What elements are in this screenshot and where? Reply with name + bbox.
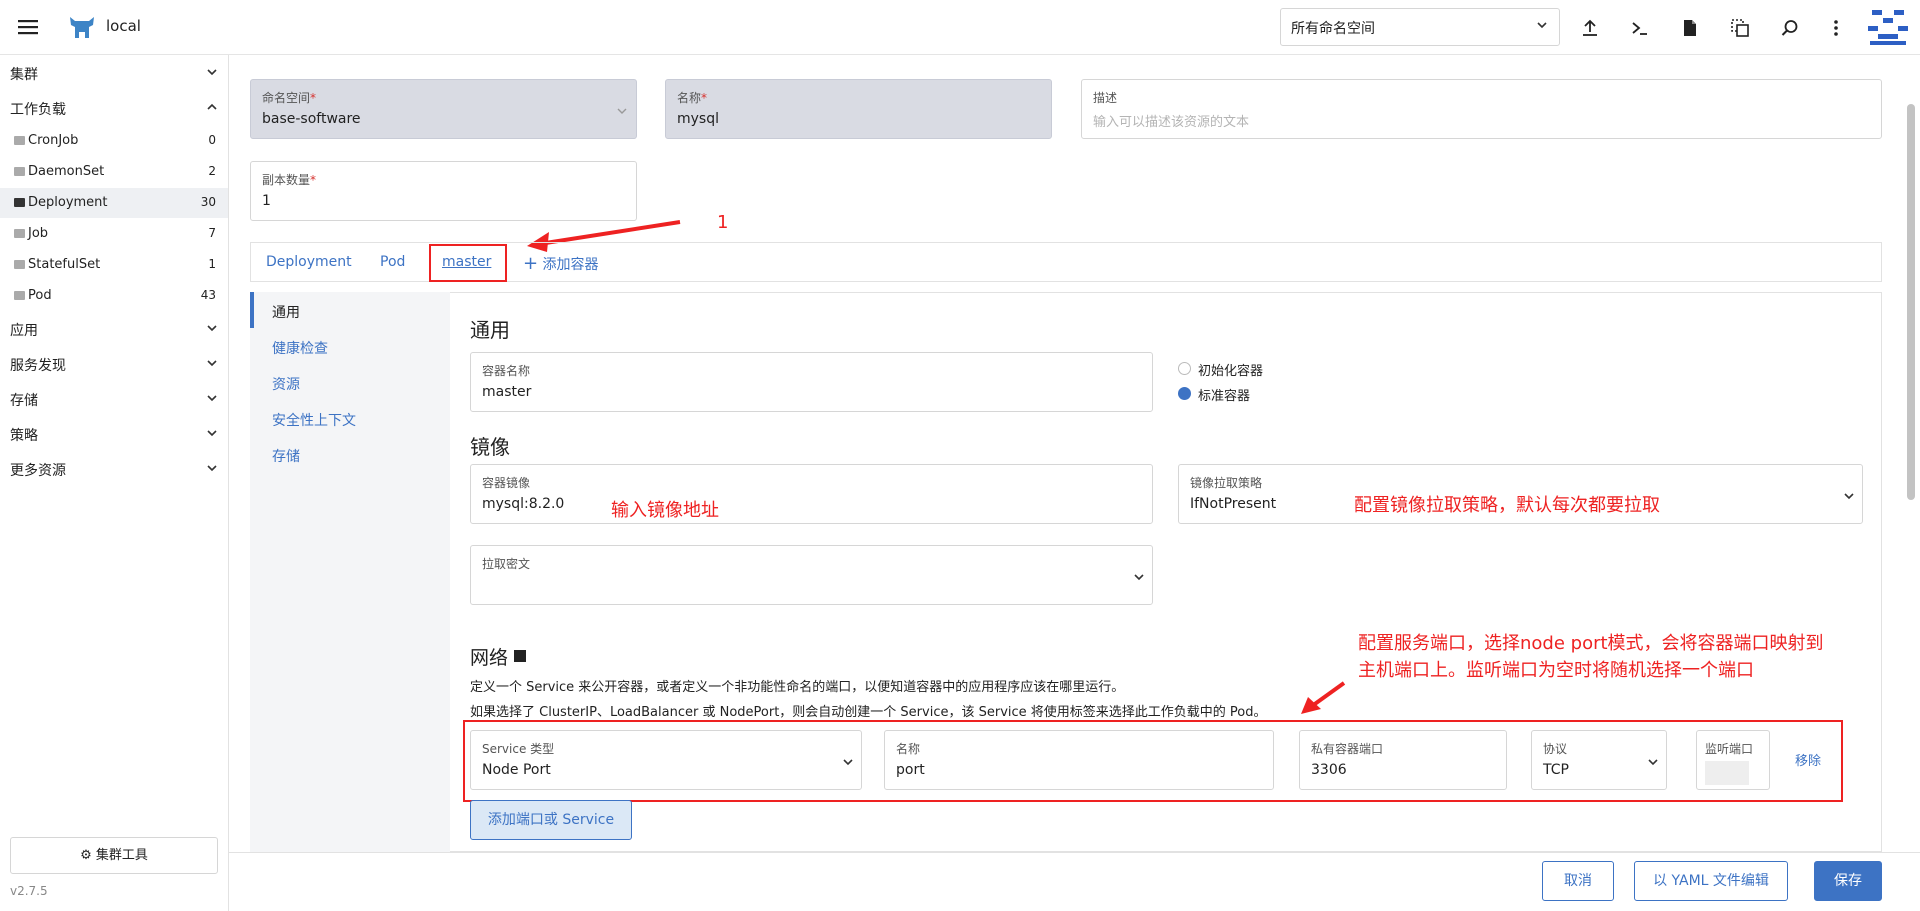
sidebar-item-deployment[interactable]: Deployment 30 — [0, 188, 228, 218]
chevron-down-icon — [207, 465, 217, 472]
annotation-arrow-2 — [1298, 680, 1350, 720]
search-icon[interactable] — [1776, 14, 1804, 42]
namespace-select[interactable]: 所有命名空间 — [1280, 8, 1560, 46]
footer-bar: 取消 以 YAML 文件编辑 保存 — [229, 852, 1920, 911]
upload-icon[interactable] — [1576, 14, 1604, 42]
save-button[interactable]: 保存 — [1814, 861, 1882, 901]
sidebar-group-workloads[interactable]: 工作负载 — [10, 99, 66, 119]
sidebar: 集群 工作负载 CronJob 0 DaemonSet 2 Deployment… — [0, 55, 229, 911]
user-avatar[interactable] — [1868, 8, 1908, 50]
section-title-image: 镜像 — [470, 435, 510, 459]
subnav-security-context[interactable]: 安全性上下文 — [272, 410, 356, 430]
chevron-down-icon — [1134, 574, 1144, 581]
annotation-port-hint-1: 配置服务端口，选择node port模式，会将容器端口映射到 — [1358, 633, 1824, 654]
cancel-button[interactable]: 取消 — [1542, 861, 1614, 901]
cluster-logo-icon — [68, 14, 96, 44]
sidebar-item-statefulset[interactable]: StatefulSet 1 — [0, 250, 228, 280]
sidebar-group-policy[interactable]: 策略 — [10, 425, 38, 445]
protocol-select[interactable]: 协议 TCP — [1531, 730, 1667, 790]
sidebar-group-service-discovery[interactable]: 服务发现 — [10, 355, 66, 375]
subnav-resources[interactable]: 资源 — [272, 374, 300, 394]
chevron-down-icon — [617, 108, 627, 114]
container-subnav: 通用 健康检查 资源 安全性上下文 存储 — [250, 292, 450, 852]
description-field[interactable]: 描述 输入可以描述该资源的文本 — [1081, 79, 1882, 139]
add-port-button[interactable]: 添加端口或 Service — [470, 800, 632, 840]
chevron-down-icon — [207, 69, 217, 76]
copy-config-icon[interactable] — [1726, 14, 1754, 42]
sidebar-item-pod[interactable]: Pod 43 — [0, 281, 228, 311]
listen-port-input-blank — [1705, 761, 1749, 785]
chevron-down-icon — [1648, 759, 1658, 766]
page-scrollbar[interactable] — [1907, 104, 1915, 500]
annotation-port-hint-2: 主机端口上。监听端口为空时将随机选择一个端口 — [1358, 660, 1754, 681]
section-title-network: 网络 — [470, 643, 527, 670]
name-field: 名称* mysql — [665, 79, 1052, 139]
container-image-field[interactable]: 容器镜像 mysql:8.2.0 — [470, 464, 1153, 524]
cluster-name: local — [106, 17, 141, 35]
replicas-field[interactable]: 副本数量* 1 — [250, 161, 637, 221]
file-icon[interactable] — [1676, 14, 1704, 42]
cluster-tools-button[interactable]: ⚙ 集群工具 — [10, 837, 218, 874]
port-name-field[interactable]: 名称 port — [884, 730, 1274, 790]
service-type-select[interactable]: Service 类型 Node Port — [470, 730, 862, 790]
section-title-general: 通用 — [470, 318, 510, 342]
sidebar-group-cluster[interactable]: 集群 — [10, 64, 38, 84]
radio-init-container[interactable] — [1178, 362, 1191, 375]
folder-icon — [14, 198, 25, 207]
namespace-field: 命名空间* base-software — [250, 79, 637, 139]
kubectl-shell-icon[interactable] — [1626, 14, 1654, 42]
chevron-up-icon — [207, 103, 217, 110]
sidebar-group-more-resources[interactable]: 更多资源 — [10, 460, 66, 480]
listen-port-field[interactable]: 监听端口 — [1696, 730, 1770, 790]
sidebar-group-storage[interactable]: 存储 — [10, 390, 38, 410]
pull-secret-select[interactable]: 拉取密文 — [470, 545, 1153, 605]
plus-icon: + — [523, 253, 539, 274]
tab-pod[interactable]: Pod — [380, 254, 405, 270]
folder-icon — [14, 167, 25, 176]
annotation-pull-hint: 配置镜像拉取策略，默认每次都要拉取 — [1354, 495, 1660, 516]
chevron-down-icon — [1537, 22, 1547, 29]
chevron-down-icon — [843, 759, 853, 766]
sidebar-item-cronjob[interactable]: CronJob 0 — [0, 126, 228, 156]
chevron-down-icon — [207, 395, 217, 402]
network-description-1: 定义一个 Service 来公开容器，或者定义一个非功能性命名的端口，以便知道容… — [470, 680, 1125, 695]
info-icon — [514, 650, 527, 662]
radio-init-label: 初始化容器 — [1198, 364, 1264, 379]
hamburger-menu-icon[interactable] — [14, 13, 42, 41]
gear-icon: ⚙ — [80, 848, 92, 863]
sidebar-group-apps[interactable]: 应用 — [10, 320, 38, 340]
more-vertical-icon[interactable] — [1822, 14, 1850, 42]
tab-deployment[interactable]: Deployment — [266, 254, 352, 270]
add-container-button[interactable]: + 添加容器 — [523, 254, 599, 274]
folder-icon — [14, 291, 25, 300]
edit-as-yaml-button[interactable]: 以 YAML 文件编辑 — [1634, 861, 1788, 901]
radio-standard-container[interactable] — [1178, 387, 1191, 400]
top-bar: local 所有命名空间 — [0, 0, 1920, 55]
sidebar-item-job[interactable]: Job 7 — [0, 219, 228, 249]
chevron-down-icon — [207, 325, 217, 332]
chevron-down-icon — [207, 430, 217, 437]
folder-icon — [14, 260, 25, 269]
subnav-active-indicator — [250, 292, 254, 328]
remove-port-button[interactable]: 移除 — [1795, 750, 1821, 769]
version-label: v2.7.5 — [10, 884, 48, 898]
network-description-2: 如果选择了 ClusterIP、LoadBalancer 或 NodePort，… — [470, 705, 1267, 720]
annotation-image-hint: 输入镜像地址 — [611, 500, 719, 521]
annotation-step-1: 1 — [717, 212, 729, 233]
subnav-health-check[interactable]: 健康检查 — [272, 338, 328, 358]
sidebar-item-daemonset[interactable]: DaemonSet 2 — [0, 157, 228, 187]
radio-standard-label: 标准容器 — [1198, 389, 1251, 404]
chevron-down-icon — [1844, 493, 1854, 500]
folder-icon — [14, 229, 25, 238]
subnav-general[interactable]: 通用 — [272, 302, 300, 322]
folder-icon — [14, 136, 25, 145]
highlight-box-master-tab — [429, 244, 507, 282]
container-name-field[interactable]: 容器名称 master — [470, 352, 1153, 412]
private-port-field[interactable]: 私有容器端口 3306 — [1299, 730, 1507, 790]
subnav-storage[interactable]: 存储 — [272, 446, 300, 466]
chevron-down-icon — [207, 360, 217, 367]
